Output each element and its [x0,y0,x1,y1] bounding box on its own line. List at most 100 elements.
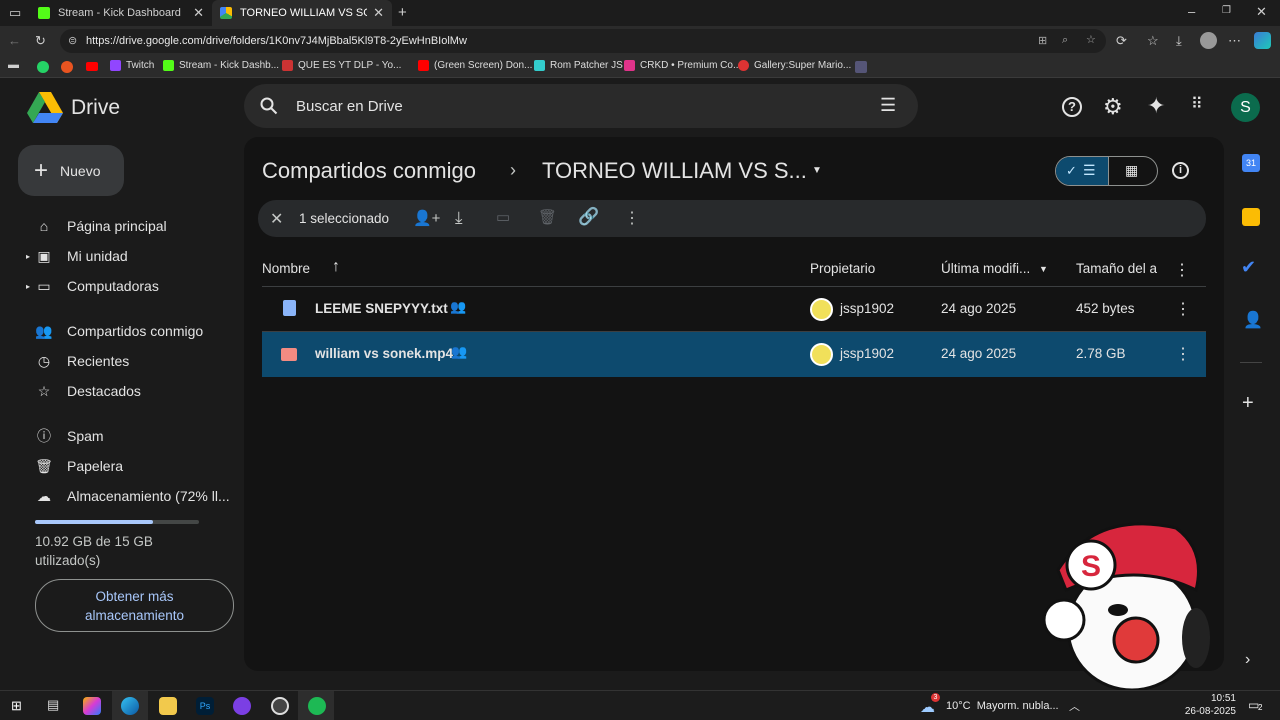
chevron-down-icon[interactable]: ▼ [1039,264,1048,274]
drive-logo[interactable]: Drive [27,92,120,124]
bookmark-kick[interactable]: Stream - Kick Dashb... [163,60,279,71]
get-more-storage-button[interactable]: Obtener más almacenamiento [35,579,234,632]
file-explorer-icon[interactable] [159,697,177,715]
link-icon[interactable]: 🔗 [578,207,599,227]
breadcrumb-parent[interactable]: Compartidos conmigo [262,158,476,184]
profile-avatar[interactable] [1200,32,1217,49]
site-info-icon[interactable]: ⊜ [68,34,77,47]
table-row[interactable]: LEEME SNEPYYY.txt 👥 jssp1902 24 ago 2025… [262,287,1206,332]
tasks-icon[interactable]: ✔ [1241,257,1256,278]
apps-grid-icon[interactable]: ⠿ [1191,94,1203,114]
details-info-icon[interactable]: i [1172,162,1189,179]
copilot-icon[interactable] [1254,32,1271,49]
clock-time[interactable]: 10:51 [1182,693,1236,704]
column-owner[interactable]: Propietario [810,261,875,276]
download-icon[interactable]: ⤓ [455,208,463,228]
obs-icon[interactable] [271,697,289,715]
copilot-app-icon[interactable] [83,697,101,715]
row-options-icon[interactable]: ⋮ [1175,299,1191,319]
grid-view-button[interactable]: ▦ [1108,157,1157,185]
breadcrumb-current[interactable]: TORNEO WILLIAM VS S... [542,158,807,184]
share-icon[interactable]: 👤+ [413,209,440,227]
window-close-icon[interactable]: ✕ [1256,5,1267,18]
downloads-icon[interactable]: ⤓ [1176,34,1182,47]
minimize-icon[interactable]: – [1188,5,1195,18]
column-modified[interactable]: Última modifi... [941,261,1030,276]
sidebar-item-home[interactable]: ⌂ Página principal [34,211,167,241]
back-icon[interactable]: ← [8,34,21,47]
more-vert-icon[interactable]: ⋮ [624,208,640,228]
more-options-icon[interactable]: ⋯ [1228,34,1241,47]
sidebar-item-starred[interactable]: ☆ Destacados [34,376,141,406]
search-bar[interactable]: Buscar en Drive ☰ [244,84,918,128]
photoshop-icon[interactable]: Ps [196,697,214,715]
move-icon[interactable]: ▭ [496,208,510,226]
avatar[interactable]: S [1231,93,1260,122]
task-view-icon[interactable]: ▤ [47,697,59,713]
tab-drive-folder[interactable]: TORNEO WILLIAM VS SONEK - G ✕ [212,0,392,26]
column-options-icon[interactable]: ⋮ [1174,260,1190,280]
close-icon[interactable]: ✕ [193,5,204,21]
bookmark-icon[interactable] [61,61,73,73]
bookmark-super-mario[interactable]: Gallery:Super Mario... [738,60,851,71]
expand-panel-icon[interactable]: › [1245,651,1250,669]
close-icon[interactable]: ✕ [373,5,384,21]
sidebar-item-computers[interactable]: ▸ ▭ Computadoras [26,271,159,301]
restore-icon[interactable]: ❐ [1222,6,1231,16]
windows-start-icon[interactable]: ⊞ [11,698,22,714]
row-options-icon[interactable]: ⋮ [1175,344,1191,364]
favorites-icon[interactable]: ☆ [1147,34,1159,47]
clock-date[interactable]: 26-08-2025 [1182,706,1236,717]
bookmark-ytdlp[interactable]: QUE ES YT DLP - Yo... [282,60,401,71]
extensions-icon[interactable]: ⟳ [1116,34,1127,47]
whatsapp-icon[interactable] [37,61,49,73]
app-icon[interactable] [233,697,251,715]
clear-selection-icon[interactable]: ✕ [270,209,283,229]
help-icon[interactable]: ? [1062,97,1082,117]
bookmark-crkd[interactable]: CRKD • Premium Co... [624,60,741,71]
contacts-icon[interactable]: 👤 [1243,310,1263,330]
sidebar-item-trash[interactable]: 🗑 Papelera [34,451,123,481]
bookmark-green-screen[interactable]: (Green Screen) Don... [418,60,532,71]
tab-actions-icon[interactable]: ▭ [9,6,21,19]
gemini-icon[interactable]: ✦ [1147,93,1165,119]
expand-arrow-icon[interactable]: ▸ [26,282,30,291]
settings-icon[interactable]: ⚙ [1103,94,1123,120]
url-field[interactable]: ⊜ https://drive.google.com/drive/folders… [60,29,1106,53]
sidebar-item-my-drive[interactable]: ▸ ▣ Mi unidad [26,241,128,271]
expand-arrow-icon[interactable]: ▸ [26,252,30,261]
media-icon[interactable]: ▬ [8,60,19,71]
add-addon-icon[interactable]: + [1242,392,1254,415]
reload-icon[interactable]: ↻ [35,34,46,47]
new-tab-icon[interactable]: + [398,5,407,20]
zoom-icon[interactable]: ⌕ [1062,34,1068,47]
tab-kick-dashboard[interactable]: Stream - Kick Dashboard ✕ [30,0,212,26]
bookmark-rom-patcher[interactable]: Rom Patcher JS [534,60,623,71]
trash-icon[interactable]: 🗑 [538,208,557,226]
search-icon[interactable] [260,97,278,115]
sidebar-item-shared[interactable]: 👥 Compartidos conmigo [34,316,203,346]
list-view-button[interactable]: ✓ ☰ [1056,157,1108,185]
edge-icon[interactable] [121,697,139,715]
column-name[interactable]: Nombre [262,261,310,276]
tray-chevron-up-icon[interactable]: ︿ [1069,698,1080,714]
column-size[interactable]: Tamaño del a [1076,261,1157,276]
new-button[interactable]: + Nuevo [18,145,124,196]
sort-arrow-up-icon[interactable]: ↑ [332,258,340,276]
sidebar-item-spam[interactable]: ⓘ Spam [34,421,104,451]
search-input[interactable]: Buscar en Drive [296,98,403,115]
calendar-icon[interactable]: 31 [1242,154,1260,172]
bookmark-star-icon[interactable]: ☆ [1086,33,1096,46]
chevron-down-icon[interactable]: ▼ [812,165,822,176]
bookmark-twitch[interactable]: Twitch [110,60,154,71]
keep-icon[interactable] [1242,208,1260,226]
app-install-icon[interactable]: ⊞ [1038,34,1047,47]
bookmark-icon[interactable] [855,61,867,73]
spotify-icon[interactable] [308,697,326,715]
youtube-icon[interactable] [86,62,98,71]
sidebar-item-storage[interactable]: ☁ Almacenamiento (72% ll... [34,481,230,511]
sidebar-item-recent[interactable]: ◷ Recientes [34,346,129,376]
search-filters-icon[interactable]: ☰ [880,95,896,116]
weather-text[interactable]: 10°C Mayorm. nubla... [946,700,1059,712]
table-row[interactable]: william vs sonek.mp4 👥 jssp1902 24 ago 2… [262,332,1206,377]
